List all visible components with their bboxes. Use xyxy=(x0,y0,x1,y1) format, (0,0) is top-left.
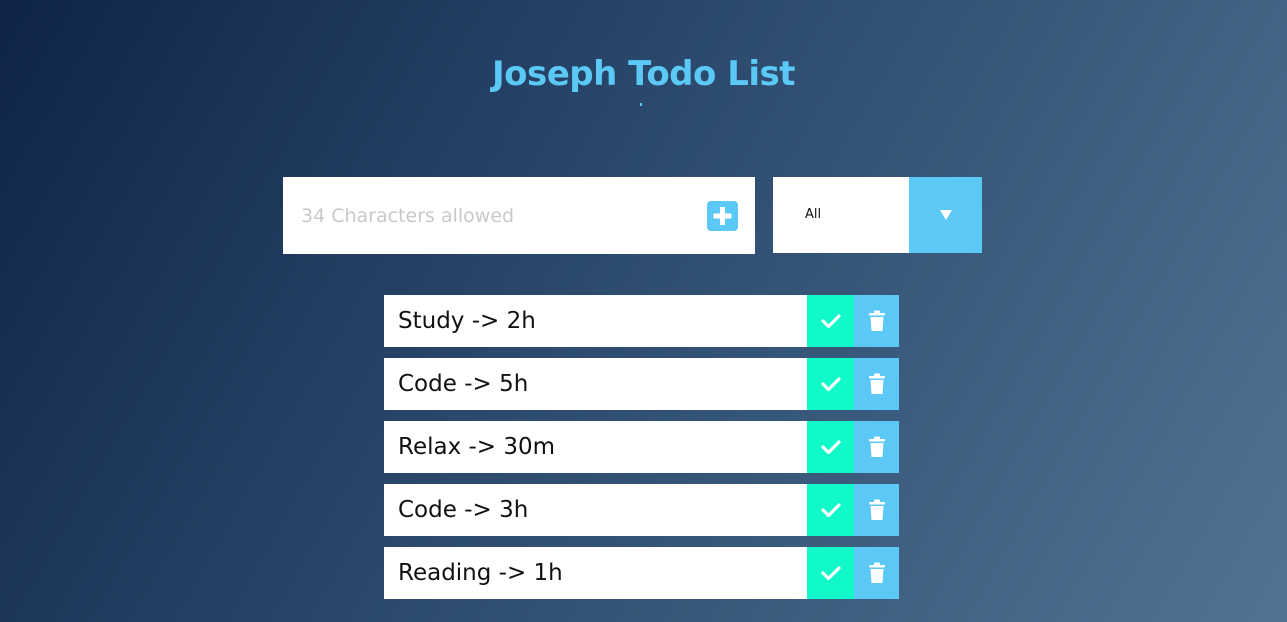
todo-input[interactable] xyxy=(283,177,683,254)
trash-icon xyxy=(868,373,885,394)
todo-form xyxy=(283,177,755,254)
delete-button[interactable] xyxy=(854,484,899,536)
delete-button[interactable] xyxy=(854,295,899,347)
check-icon xyxy=(820,503,841,518)
page-title: Joseph Todo List xyxy=(491,54,796,94)
filter-selected-value: All xyxy=(805,207,822,222)
todo-list: Study -> 2h Code -> 5h Relax -> 30m Code… xyxy=(384,295,899,610)
todo-item: Code -> 3h xyxy=(384,484,899,536)
complete-button[interactable] xyxy=(807,484,854,536)
complete-button[interactable] xyxy=(807,421,854,473)
todo-item-text: Relax -> 30m xyxy=(398,434,556,460)
todo-item-text: Reading -> 1h xyxy=(398,560,563,586)
todo-item-text: Code -> 3h xyxy=(398,497,529,523)
check-icon xyxy=(820,566,841,581)
check-icon xyxy=(820,440,841,455)
check-icon xyxy=(820,377,841,392)
add-todo-button[interactable] xyxy=(707,201,738,231)
complete-button[interactable] xyxy=(807,547,854,599)
filter-dropdown-button[interactable] xyxy=(909,177,982,253)
todo-item: Study -> 2h xyxy=(384,295,899,347)
trash-icon xyxy=(868,562,885,583)
delete-button[interactable] xyxy=(854,547,899,599)
triangle-down-icon xyxy=(939,210,952,220)
trash-icon xyxy=(868,310,885,331)
todo-item: Reading -> 1h xyxy=(384,547,899,599)
todo-item: Relax -> 30m xyxy=(384,421,899,473)
plus-square-icon xyxy=(713,207,732,225)
trash-icon xyxy=(868,436,885,457)
complete-button[interactable] xyxy=(807,295,854,347)
title-underline-mark xyxy=(640,103,642,106)
trash-icon xyxy=(868,499,885,520)
todo-item: Code -> 5h xyxy=(384,358,899,410)
delete-button[interactable] xyxy=(854,421,899,473)
filter-select[interactable]: All xyxy=(773,177,982,253)
todo-item-text: Study -> 2h xyxy=(398,308,536,334)
check-icon xyxy=(820,314,841,329)
todo-item-text: Code -> 5h xyxy=(398,371,529,397)
delete-button[interactable] xyxy=(854,358,899,410)
complete-button[interactable] xyxy=(807,358,854,410)
